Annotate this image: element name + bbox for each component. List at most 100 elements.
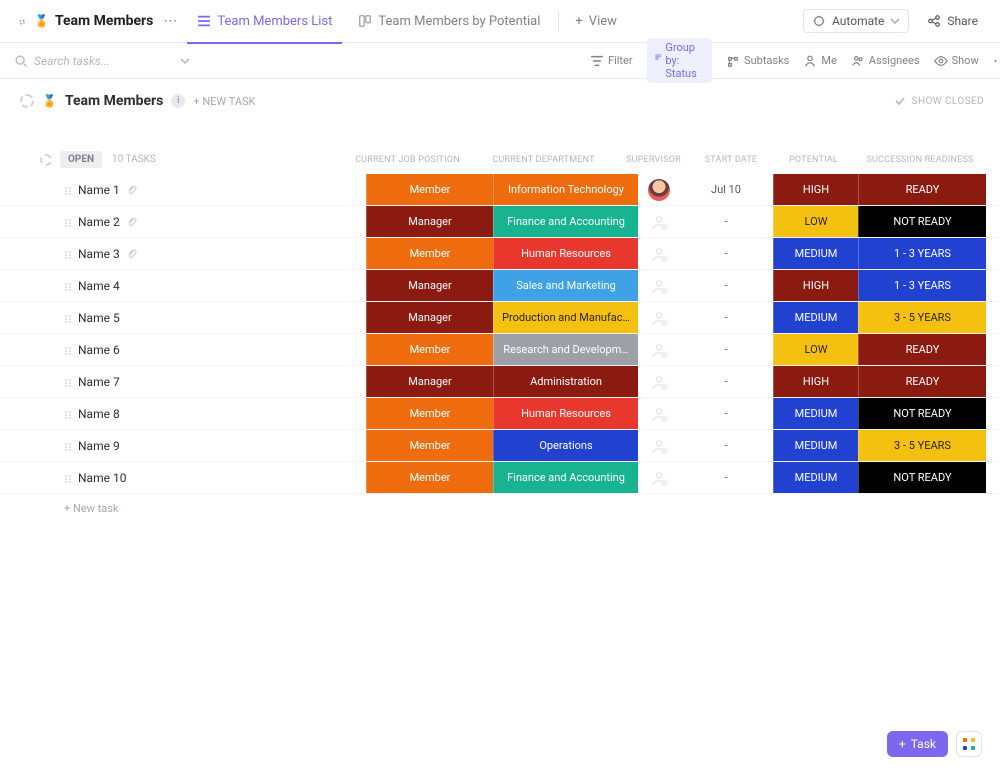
- cell-position[interactable]: Member: [366, 174, 493, 205]
- table-row[interactable]: Name 6MemberResearch and Developm… -LOWRE…: [0, 334, 1000, 366]
- cell-start-date[interactable]: -: [678, 334, 773, 365]
- table-row[interactable]: Name 7ManagerAdministration-HIGHREADY: [0, 366, 1000, 398]
- status-pill-open[interactable]: OPEN: [60, 151, 102, 168]
- cell-department[interactable]: Human Resources: [493, 238, 638, 269]
- info-icon[interactable]: i: [171, 94, 185, 108]
- column-header-start-date[interactable]: START DATE: [691, 155, 771, 165]
- cell-department[interactable]: Finance and Accounting: [493, 462, 638, 493]
- cell-position[interactable]: Manager: [366, 302, 493, 333]
- cell-potential[interactable]: HIGH: [773, 366, 858, 397]
- table-row[interactable]: Name 2ManagerFinance and Accounting-LOWN…: [0, 206, 1000, 238]
- cell-supervisor[interactable]: [638, 366, 678, 397]
- cell-start-date[interactable]: -: [678, 270, 773, 301]
- drag-handle-icon[interactable]: [64, 410, 70, 418]
- group-collapse-icon[interactable]: [40, 154, 52, 166]
- toolbar-more-icon[interactable]: ⋯: [993, 51, 1000, 70]
- table-row[interactable]: Name 3MemberHuman Resources-MEDIUM1 - 3 …: [0, 238, 1000, 270]
- cell-start-date[interactable]: -: [678, 302, 773, 333]
- cell-potential[interactable]: MEDIUM: [773, 302, 858, 333]
- filter-button[interactable]: Filter: [590, 54, 633, 68]
- groupby-button[interactable]: Group by: Status: [647, 38, 712, 83]
- cell-potential[interactable]: MEDIUM: [773, 398, 858, 429]
- column-header-readiness[interactable]: SUCCESSION READINESS: [856, 155, 984, 165]
- cell-supervisor[interactable]: [638, 238, 678, 269]
- status-circle-icon[interactable]: [20, 94, 34, 108]
- cell-department[interactable]: Research and Developm…: [493, 334, 638, 365]
- cell-readiness[interactable]: NOT READY: [858, 398, 986, 429]
- cell-readiness[interactable]: 1 - 3 YEARS: [858, 270, 986, 301]
- cell-readiness[interactable]: READY: [858, 334, 986, 365]
- cell-start-date[interactable]: -: [678, 238, 773, 269]
- cell-supervisor[interactable]: [638, 206, 678, 237]
- cell-department[interactable]: Sales and Marketing: [493, 270, 638, 301]
- cell-supervisor[interactable]: [638, 334, 678, 365]
- new-task-link[interactable]: + NEW TASK: [193, 95, 255, 108]
- task-name[interactable]: Name 10: [78, 471, 366, 485]
- cell-potential[interactable]: MEDIUM: [773, 238, 858, 269]
- cell-potential[interactable]: LOW: [773, 334, 858, 365]
- share-button[interactable]: Share: [919, 10, 986, 32]
- cell-start-date[interactable]: -: [678, 206, 773, 237]
- table-row[interactable]: Name 4ManagerSales and Marketing-HIGH1 -…: [0, 270, 1000, 302]
- cell-readiness[interactable]: NOT READY: [858, 206, 986, 237]
- cell-supervisor[interactable]: [638, 270, 678, 301]
- task-name[interactable]: Name 9: [78, 439, 366, 453]
- task-name[interactable]: Name 4: [78, 279, 366, 293]
- task-name[interactable]: Name 2: [78, 215, 366, 229]
- cell-position[interactable]: Member: [366, 398, 493, 429]
- task-name[interactable]: Name 6: [78, 343, 366, 357]
- show-button[interactable]: Show: [934, 54, 979, 68]
- add-view-button[interactable]: + View: [567, 14, 625, 29]
- cell-position[interactable]: Member: [366, 334, 493, 365]
- column-header-department[interactable]: CURRENT DEPARTMENT: [471, 155, 616, 165]
- cell-potential[interactable]: HIGH: [773, 270, 858, 301]
- cell-start-date[interactable]: -: [678, 398, 773, 429]
- drag-handle-icon[interactable]: [64, 186, 70, 194]
- drag-handle-icon[interactable]: [64, 218, 70, 226]
- column-header-potential[interactable]: POTENTIAL: [771, 155, 856, 165]
- drag-handle-icon[interactable]: [64, 442, 70, 450]
- table-row[interactable]: Name 10MemberFinance and Accounting-MEDI…: [0, 462, 1000, 494]
- subtasks-button[interactable]: Subtasks: [726, 54, 789, 68]
- cell-supervisor[interactable]: [638, 398, 678, 429]
- cell-department[interactable]: Finance and Accounting: [493, 206, 638, 237]
- drag-handle-icon[interactable]: [64, 314, 70, 322]
- cell-position[interactable]: Manager: [366, 366, 493, 397]
- cell-readiness[interactable]: 1 - 3 YEARS: [858, 238, 986, 269]
- cell-department[interactable]: Information Technology: [493, 174, 638, 205]
- cell-position[interactable]: Member: [366, 238, 493, 269]
- cell-start-date[interactable]: -: [678, 366, 773, 397]
- table-row[interactable]: Name 5ManagerProduction and Manufac… -MED…: [0, 302, 1000, 334]
- assignees-button[interactable]: Assignees: [851, 54, 920, 68]
- attachment-icon[interactable]: [126, 216, 138, 228]
- drag-handle-icon[interactable]: [64, 250, 70, 258]
- cell-position[interactable]: Member: [366, 430, 493, 461]
- table-row[interactable]: Name 8MemberHuman Resources-MEDIUMNOT RE…: [0, 398, 1000, 430]
- cell-supervisor[interactable]: [638, 174, 678, 205]
- cell-readiness[interactable]: 3 - 5 YEARS: [858, 430, 986, 461]
- task-name[interactable]: Name 5: [78, 311, 366, 325]
- cell-start-date[interactable]: Jul 10: [678, 174, 773, 205]
- cell-potential[interactable]: MEDIUM: [773, 462, 858, 493]
- attachment-icon[interactable]: [126, 184, 138, 196]
- drag-handle-icon[interactable]: [64, 378, 70, 386]
- automate-button[interactable]: Automate: [803, 9, 909, 33]
- drag-handle-icon[interactable]: [64, 474, 70, 482]
- tab-team-members-list[interactable]: Team Members List: [187, 0, 342, 43]
- cell-supervisor[interactable]: [638, 430, 678, 461]
- table-row[interactable]: Name 9MemberOperations-MEDIUM3 - 5 YEARS: [0, 430, 1000, 462]
- cell-supervisor[interactable]: [638, 462, 678, 493]
- cell-position[interactable]: Member: [366, 462, 493, 493]
- cell-readiness[interactable]: 3 - 5 YEARS: [858, 302, 986, 333]
- title-more-icon[interactable]: ⋯: [159, 13, 181, 29]
- cell-readiness[interactable]: READY: [858, 174, 986, 205]
- column-header-supervisor[interactable]: SUPERVISOR: [616, 155, 691, 165]
- cell-readiness[interactable]: READY: [858, 366, 986, 397]
- cell-department[interactable]: Operations: [493, 430, 638, 461]
- drag-handle-icon[interactable]: [64, 346, 70, 354]
- task-name[interactable]: Name 1: [78, 183, 366, 197]
- cell-department[interactable]: Human Resources: [493, 398, 638, 429]
- cell-supervisor[interactable]: [638, 302, 678, 333]
- show-closed-toggle[interactable]: SHOW CLOSED: [894, 95, 984, 107]
- cell-department[interactable]: Production and Manufac…: [493, 302, 638, 333]
